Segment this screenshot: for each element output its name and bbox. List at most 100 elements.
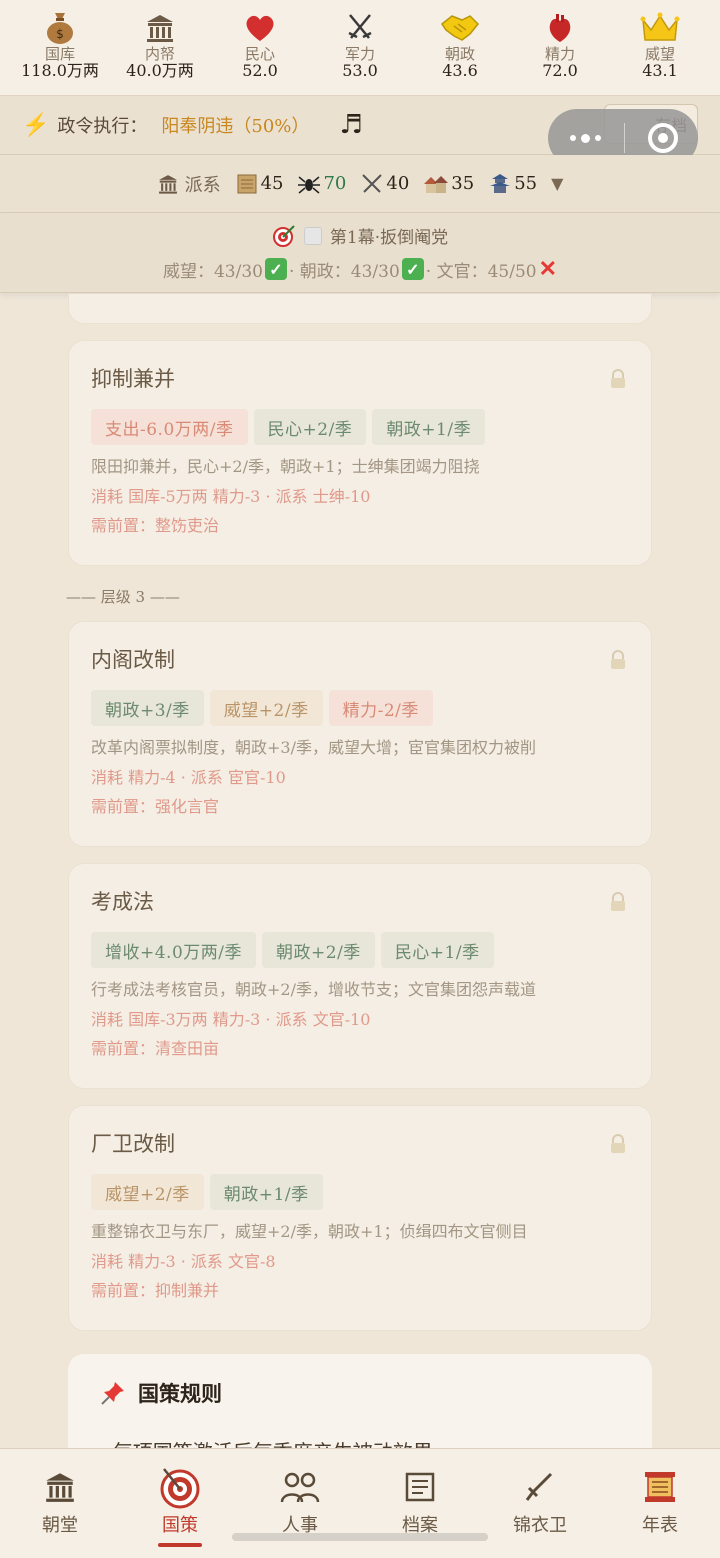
tab-court[interactable]: 朝堂 (10, 1467, 110, 1558)
chevron-down-icon[interactable]: ▼ (551, 174, 563, 193)
houses-icon (424, 175, 449, 193)
bottom-tab-bar: 朝堂 国策 人事 档案 锦衣卫 年表 (0, 1448, 720, 1558)
pagoda-icon (490, 173, 511, 193)
policy-card[interactable]: 厂卫改制 威望+2/季 朝政+1/季 重整锦衣卫与东厂，威望+2/季，朝政+1；… (68, 1105, 652, 1331)
policy-description: 重整锦衣卫与东厂，威望+2/季，朝政+1；侦缉四布文官侧目 (91, 1222, 528, 1241)
effect-chip: 威望+2/季 (91, 1174, 204, 1210)
tab-label: 年表 (642, 1515, 678, 1536)
resource-inner-treasury[interactable]: 内帑 40.0万两 (114, 10, 206, 80)
policy-card[interactable]: 考成法 增收+4.0万两/季 朝政+2/季 民心+1/季 行考成法考核官员，朝政… (68, 863, 652, 1089)
resource-energy[interactable]: 精力 72.0 (514, 10, 606, 80)
effect-chip: 朝政+2/季 (262, 932, 375, 968)
people-icon (280, 1467, 320, 1507)
factions-label: 派系 (184, 174, 221, 196)
resource-popular-support[interactable]: 民心 52.0 (214, 10, 306, 80)
policy-cost: 消耗 精力-3 · 派系 文官-8 (91, 1252, 276, 1271)
effect-chip: 民心+1/季 (380, 932, 494, 968)
scroll-icon (237, 174, 257, 193)
lock-icon (611, 650, 625, 669)
tier-label: —— 层级 3 —— (66, 588, 180, 606)
act-condition-officials: · 文官：45/50 (425, 261, 537, 282)
dagger-icon (523, 1467, 557, 1507)
lock-icon (611, 369, 625, 388)
policy-card[interactable]: 内阁改制 朝政+3/季 威望+2/季 精力-2/季 改革内阁票拟制度，朝政+3/… (68, 621, 652, 847)
resource-label: 朝政 (444, 45, 475, 63)
act-condition-prestige: 威望：43/30 (162, 261, 263, 282)
effect-chip: 威望+2/季 (209, 690, 323, 726)
effect-chip: 精力-2/季 (328, 690, 433, 726)
svg-text:$: $ (56, 27, 64, 41)
crown-icon (640, 10, 680, 46)
check-icon: ✓ (401, 258, 424, 280)
crossed-swords-icon (345, 10, 375, 46)
tab-label: 锦衣卫 (513, 1515, 567, 1536)
policy-description: 限田抑兼并，民心+2/季，朝政+1；士绅集团竭力阻挠 (91, 457, 480, 476)
effect-chip: 朝政+1/季 (372, 409, 486, 445)
policy-list[interactable]: 抑制兼并 支出-6.0万两/季 民心+2/季 朝政+1/季 限田抑兼并，民心+2… (0, 294, 720, 1448)
factions-bar[interactable]: 派系 45 70 40 35 55 ▼ (0, 155, 720, 213)
tab-archive[interactable]: 档案 (370, 1467, 470, 1558)
effect-chip: 朝政+1/季 (209, 1174, 323, 1210)
resource-bar: $ 国库 118.0万两 内帑 40.0万两 民心 52.0 军力 53.0 朝… (0, 0, 720, 95)
act-condition-governance: · 朝政：43/30 (288, 261, 400, 282)
policy-prerequisite: 需前置：抑制兼并 (91, 1281, 220, 1300)
policy-cost: 消耗 国库-5万两 精力-3 · 派系 士绅-10 (91, 487, 371, 506)
document-icon (403, 1467, 437, 1507)
tab-timeline[interactable]: 年表 (610, 1467, 710, 1558)
faction-gentry: 35 (423, 173, 474, 195)
resource-military[interactable]: 军力 53.0 (314, 10, 406, 80)
resource-value: 43.6 (442, 61, 478, 80)
resource-treasury[interactable]: $ 国库 118.0万两 (14, 10, 106, 80)
effect-chip: 民心+2/季 (253, 409, 367, 445)
heart-icon (244, 10, 276, 46)
close-miniprogram-icon[interactable] (648, 123, 678, 153)
capsule-divider (624, 123, 625, 153)
lock-icon (611, 1134, 625, 1153)
treasury-building-icon (144, 10, 176, 46)
cross-icon: ✕ (538, 256, 558, 282)
court-building-icon (43, 1467, 77, 1507)
money-bag-icon: $ (45, 10, 75, 46)
faction-value: 45 (260, 173, 284, 194)
tab-label: 国策 (162, 1515, 198, 1536)
policy-label: 政令执行： (57, 116, 148, 137)
check-icon: ✓ (264, 258, 287, 280)
faction-eunuchs: 70 (297, 173, 346, 195)
policy-title: 内阁改制 (91, 648, 175, 672)
policy-prerequisite: 需前置：清查田亩 (91, 1039, 220, 1058)
court-building-icon (158, 174, 177, 194)
faction-value: 35 (451, 173, 475, 194)
faction-value: 70 (323, 173, 347, 194)
lightning-icon: ⚡ (22, 112, 50, 138)
tab-personnel[interactable]: 人事 (250, 1467, 350, 1558)
policy-rules-card: 国策规则 · 每项国策激活后每季度产生被动效果 (68, 1354, 652, 1448)
policy-card-partial (68, 294, 652, 324)
active-tab-indicator (158, 1543, 202, 1547)
anatomical-heart-icon (546, 10, 574, 46)
faction-value: 55 (514, 173, 538, 194)
policy-prerequisite: 需前置：强化言官 (91, 797, 220, 816)
resource-value: 72.0 (542, 61, 578, 80)
checkbox-icon (303, 226, 322, 245)
tab-policy[interactable]: 国策 (130, 1467, 230, 1558)
spider-icon (298, 175, 321, 194)
tab-imperial-guard[interactable]: 锦衣卫 (490, 1467, 590, 1558)
faction-military: 40 (360, 173, 409, 195)
pushpin-icon (101, 1382, 124, 1405)
faction-imperial: 55 (488, 173, 537, 195)
music-toggle-icon[interactable]: ♬ (339, 110, 362, 140)
policy-description: 行考成法考核官员，朝政+2/季，增收节支；文官集团怨声载道 (91, 980, 536, 999)
resource-value: 40.0万两 (126, 61, 194, 80)
policy-card[interactable]: 抑制兼并 支出-6.0万两/季 民心+2/季 朝政+1/季 限田抑兼并，民心+2… (68, 340, 652, 566)
effect-chip: 支出-6.0万两/季 (91, 409, 248, 445)
resource-value: 53.0 (342, 61, 378, 80)
faction-header: 派系 (157, 171, 221, 197)
rules-line: · 每项国策激活后每季度产生被动效果 (100, 1436, 620, 1448)
resource-governance[interactable]: 朝政 43.6 (414, 10, 506, 80)
more-icon[interactable] (570, 133, 601, 143)
resource-prestige[interactable]: 威望 43.1 (614, 10, 706, 80)
faction-scholars: 45 (235, 173, 284, 195)
policy-value: 阳奉阴违（50%） (161, 116, 310, 137)
tab-label: 朝堂 (42, 1515, 78, 1536)
policy-title: 抑制兼并 (91, 367, 175, 391)
